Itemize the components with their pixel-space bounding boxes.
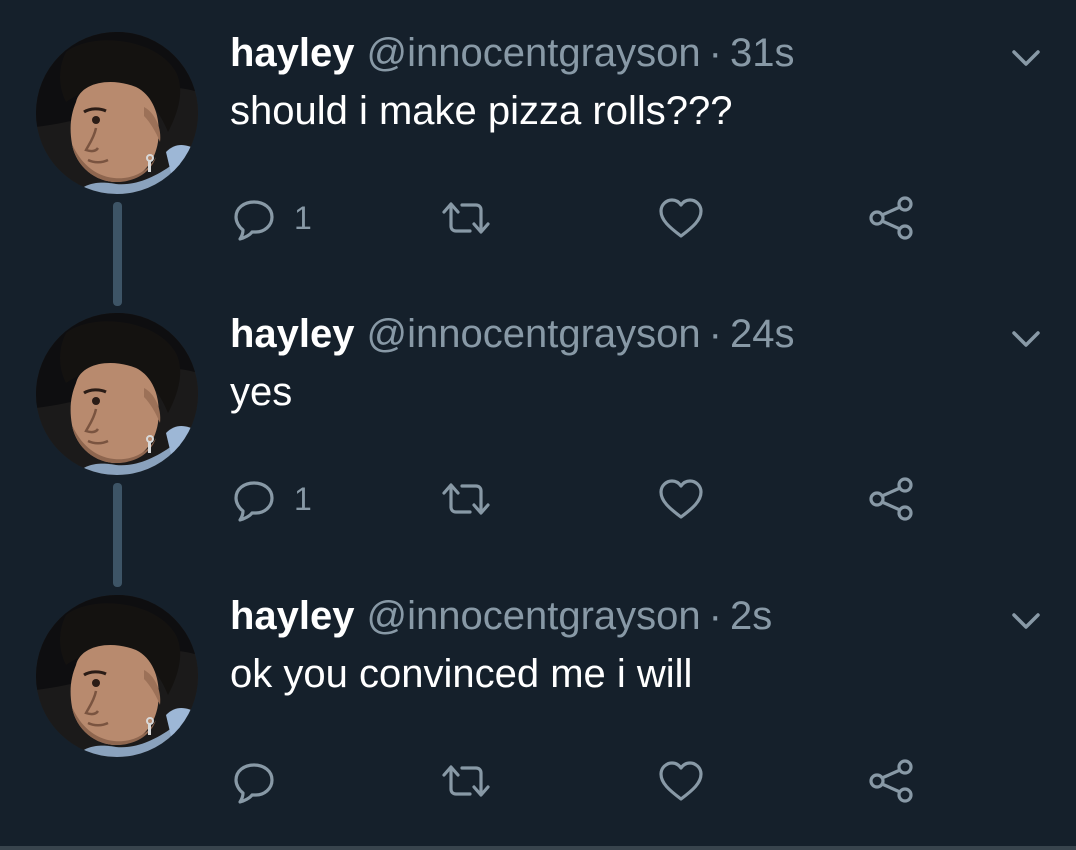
chevron-down-icon[interactable] <box>1006 319 1046 359</box>
separator-dot: · <box>708 312 722 356</box>
timestamp[interactable]: 2s <box>730 589 772 643</box>
tweet-text: ok you convinced me i will <box>230 652 693 696</box>
reply-icon <box>230 475 278 523</box>
tweet[interactable]: hayley @innocentgrayson · 2s ok you conv… <box>0 563 1076 845</box>
separator-dot: · <box>708 594 722 638</box>
user-handle[interactable]: @innocentgrayson <box>367 307 701 361</box>
reply-icon <box>230 757 278 805</box>
avatar[interactable] <box>36 313 198 475</box>
retweet-button[interactable] <box>438 473 494 525</box>
display-name[interactable]: hayley <box>230 307 355 361</box>
reply-button[interactable] <box>230 755 294 807</box>
reply-button[interactable]: 1 <box>230 192 312 244</box>
share-icon <box>865 473 917 525</box>
tweet-text: yes <box>230 370 293 414</box>
share-icon <box>865 192 917 244</box>
reply-icon <box>230 194 278 242</box>
user-handle[interactable]: @innocentgrayson <box>367 589 701 643</box>
tweet-thread: hayley @innocentgrayson · 31s should i m… <box>0 0 1076 850</box>
tweet-header: hayley @innocentgrayson · 24s <box>230 307 795 361</box>
divider <box>0 846 1076 850</box>
tweet-header: hayley @innocentgrayson · 2s <box>230 589 772 643</box>
reply-button[interactable]: 1 <box>230 473 312 525</box>
like-button[interactable] <box>655 473 707 525</box>
display-name[interactable]: hayley <box>230 589 355 643</box>
tweet[interactable]: hayley @innocentgrayson · 24s yes 1 <box>0 281 1076 587</box>
chevron-down-icon[interactable] <box>1006 38 1046 78</box>
display-name[interactable]: hayley <box>230 26 355 80</box>
heart-icon <box>655 757 707 805</box>
tweet[interactable]: hayley @innocentgrayson · 31s should i m… <box>0 0 1076 306</box>
chevron-down-icon[interactable] <box>1006 601 1046 641</box>
reply-count: 1 <box>294 481 312 517</box>
retweet-icon <box>438 194 494 242</box>
retweet-icon <box>438 475 494 523</box>
share-button[interactable] <box>865 755 917 807</box>
timestamp[interactable]: 31s <box>730 26 795 80</box>
like-button[interactable] <box>655 755 707 807</box>
timestamp[interactable]: 24s <box>730 307 795 361</box>
like-button[interactable] <box>655 192 707 244</box>
retweet-button[interactable] <box>438 192 494 244</box>
retweet-icon <box>438 757 494 805</box>
share-button[interactable] <box>865 192 917 244</box>
retweet-button[interactable] <box>438 755 494 807</box>
heart-icon <box>655 194 707 242</box>
share-icon <box>865 755 917 807</box>
separator-dot: · <box>708 31 722 75</box>
tweet-text: should i make pizza rolls??? <box>230 89 733 133</box>
share-button[interactable] <box>865 473 917 525</box>
reply-count: 1 <box>294 200 312 236</box>
user-handle[interactable]: @innocentgrayson <box>367 26 701 80</box>
avatar[interactable] <box>36 32 198 194</box>
avatar[interactable] <box>36 595 198 757</box>
heart-icon <box>655 475 707 523</box>
tweet-header: hayley @innocentgrayson · 31s <box>230 26 795 80</box>
